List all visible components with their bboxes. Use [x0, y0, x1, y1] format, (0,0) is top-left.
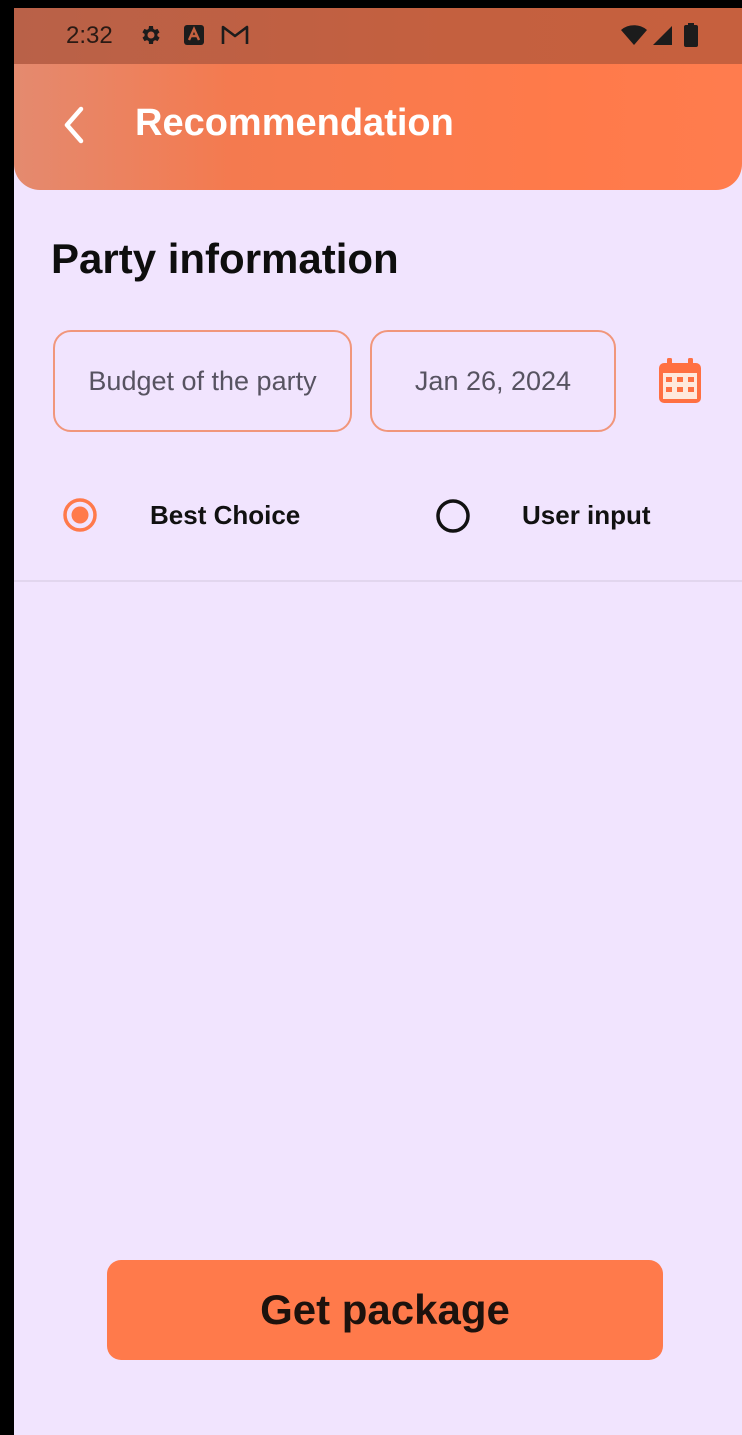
battery-icon [682, 22, 700, 48]
radio-best-choice[interactable] [62, 497, 98, 533]
wifi-icon [620, 22, 648, 48]
app-screen: 2:32 Recommendation Party information Bu… [14, 8, 742, 1435]
budget-input[interactable]: Budget of the party [53, 330, 352, 432]
a-square-icon [182, 22, 206, 48]
section-title: Party information [51, 235, 399, 282]
gmail-icon [220, 22, 250, 48]
date-field[interactable]: Jan 26, 2024 [370, 330, 616, 432]
status-bar: 2:32 [14, 8, 742, 64]
radio-user-input[interactable] [435, 498, 471, 534]
get-package-button[interactable]: Get package [107, 1260, 663, 1360]
chevron-left-icon [61, 105, 87, 150]
back-button[interactable] [52, 100, 96, 154]
divider [14, 580, 742, 582]
status-time: 2:32 [66, 22, 113, 49]
page-title: Recommendation [135, 102, 454, 144]
gear-icon [138, 22, 164, 48]
user-input-label[interactable]: User input [522, 500, 651, 531]
best-choice-label[interactable]: Best Choice [150, 500, 300, 531]
signal-icon [650, 22, 674, 48]
calendar-button[interactable] [654, 356, 706, 410]
calendar-icon [657, 357, 703, 410]
device-bezel [0, 0, 14, 1435]
app-bar: Recommendation [14, 64, 742, 190]
